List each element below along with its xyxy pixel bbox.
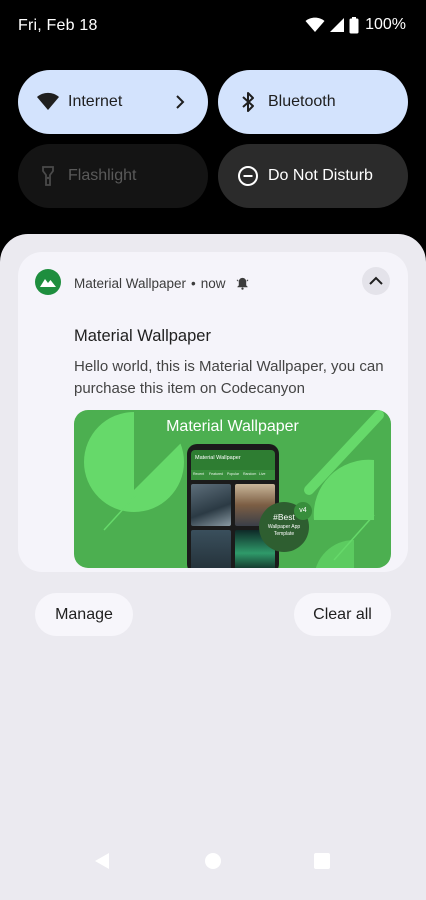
tile-do-not-disturb[interactable]: Do Not Disturb [218,144,408,208]
phone-tab: Random [243,472,257,476]
phone-app-title: Material Wallpaper [195,455,241,461]
tile-flashlight[interactable]: Flashlight [18,144,208,208]
phone-tabs: Recent Featured Popular Random Live [191,470,275,480]
navigation-bar [0,848,426,900]
signal-icon [330,18,345,32]
status-bar: Fri, Feb 18 100% [0,0,426,52]
header-separator: • [191,276,196,291]
wifi-icon [305,17,325,32]
notification-app-name: Material Wallpaper [74,276,187,291]
app-icon [35,269,61,295]
phone-tab: Recent [193,472,205,476]
status-date: Fri, Feb 18 [18,17,98,34]
status-icons: 100% [305,16,406,34]
notification-time: now [200,276,226,291]
phone-tab: Featured [209,472,224,476]
flashlight-icon [42,166,54,186]
phone-tab: Popular [227,472,240,476]
version-badge: v4 [294,502,312,520]
battery-icon [349,16,359,33]
wifi-icon [37,92,59,110]
banner-heading: Material Wallpaper [166,418,299,435]
home-icon[interactable] [204,852,222,870]
tile-internet[interactable]: Internet [18,70,208,134]
notification-body: Hello world, this is Material Wallpaper,… [74,358,384,397]
clear-all-button[interactable]: Clear all [294,593,391,636]
chevron-up-icon [369,276,383,285]
wallpaper-thumbnail [191,484,231,526]
collapse-button[interactable] [362,267,390,295]
manage-button[interactable]: Manage [35,593,133,636]
chevron-right-icon [176,95,185,109]
notification-shade: Material Wallpaper • now Material Wallpa… [0,234,426,900]
tile-bluetooth[interactable]: Bluetooth [218,70,408,134]
recents-icon[interactable] [313,852,331,870]
notification-title: Material Wallpaper [74,327,211,345]
phone-app-bar: Material Wallpaper [191,450,275,470]
mountain-icon [40,279,56,287]
notification-card[interactable]: Material Wallpaper • now Material Wallpa… [18,252,408,572]
back-icon[interactable] [93,852,111,870]
bluetooth-icon [242,92,254,112]
phone-tab: Live [259,472,266,476]
tile-internet-label: Internet [68,93,123,110]
tile-do-not-disturb-label: Do Not Disturb [268,167,373,184]
tile-bluetooth-label: Bluetooth [268,93,336,110]
badge-sub-text: Wallpaper App Template [267,524,301,537]
bell-icon [236,277,248,290]
phone-mockup: Material Wallpaper Recent Featured Popul… [187,444,279,568]
notification-image[interactable]: Material Wallpaper Material Wallpaper Re… [74,410,391,568]
notification-header: Material Wallpaper • now [74,276,249,291]
do-not-disturb-icon [238,166,258,186]
battery-percent: 100% [365,16,406,33]
tile-flashlight-label: Flashlight [68,167,137,184]
wallpaper-thumbnail [191,530,231,568]
